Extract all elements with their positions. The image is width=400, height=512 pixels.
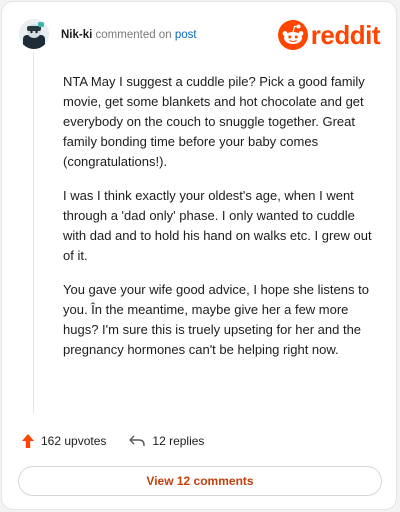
brand-wordmark: reddit	[310, 20, 381, 50]
upvote-count: 162 upvotes	[41, 434, 107, 448]
comment-actions: 162 upvotes 12 replies	[21, 431, 226, 451]
reddit-snoo-icon	[277, 20, 308, 50]
replies-button[interactable]: 12 replies	[128, 434, 204, 448]
comment-meta: Nik-ki commented on post	[61, 28, 197, 42]
reddit-logo[interactable]: reddit	[277, 20, 381, 50]
avatar[interactable]	[19, 19, 49, 49]
arrow-up-icon	[22, 434, 34, 448]
view-comments-button[interactable]: View 12 comments	[18, 466, 382, 496]
reply-arrow-icon	[129, 435, 146, 446]
username[interactable]: Nik-ki	[61, 29, 92, 41]
thread-line	[33, 52, 34, 414]
comment-paragraph: NTA May I suggest a cuddle pile? Pick a …	[63, 74, 365, 169]
comment-body: NTA May I suggest a cuddle pile? Pick a …	[63, 72, 381, 374]
reply-count: 12 replies	[152, 434, 205, 448]
post-link[interactable]: post	[175, 29, 197, 41]
upvote-button[interactable]: 162 upvotes	[21, 433, 106, 449]
comment-paragraph: You gave your wife good advice, I hope s…	[63, 282, 369, 357]
commented-on-label: commented on	[95, 29, 172, 41]
avatar-icon	[19, 19, 49, 49]
comment-header: Nik-ki commented on post reddit	[19, 16, 382, 56]
comment-card: Nik-ki commented on post reddit NTA May …	[1, 1, 397, 510]
comment-paragraph: I was I think exactly your oldest's age,…	[63, 188, 372, 263]
